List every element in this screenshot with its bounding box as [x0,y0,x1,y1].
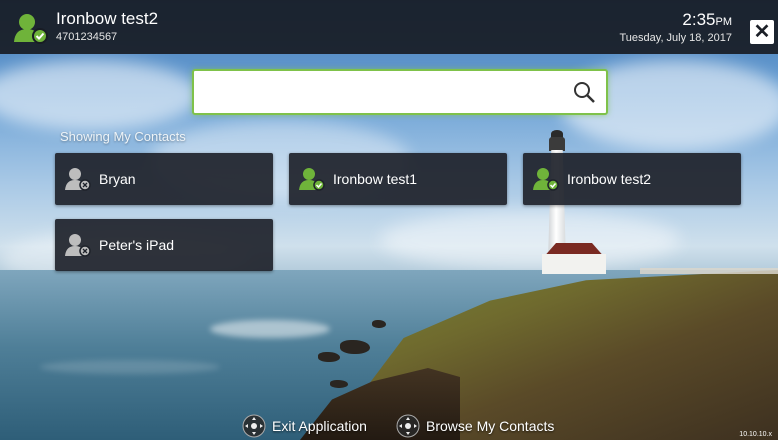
lighthouse-lamp [549,137,565,151]
lighthouse-house [542,254,606,274]
current-user-number: 4701234567 [56,31,118,43]
dpad-icon [242,414,266,438]
contact-online-icon [533,168,559,191]
background-rock [340,340,370,354]
contact-name: Ironbow test2 [567,171,652,187]
contact-tile-bryan[interactable]: Bryan [55,153,273,205]
top-bar: Ironbow test2 4701234567 2:35PM Tuesday,… [0,0,778,54]
contact-offline-icon [65,234,91,257]
contact-online-icon [299,168,325,191]
background-surf [40,360,220,374]
contact-tile-ironbow-test2[interactable]: Ironbow test2 [523,153,741,205]
search-box[interactable] [192,69,608,115]
background-cloud [380,210,680,270]
current-date: Tuesday, July 18, 2017 [619,32,732,44]
browse-contacts-label: Browse My Contacts [426,418,555,434]
background-rock [372,320,386,328]
contact-tile-peters-ipad[interactable]: Peter's iPad [55,219,273,271]
contact-online-icon [14,14,48,44]
exit-application-hint[interactable]: Exit Application [242,414,367,438]
background-surf [210,320,330,338]
dpad-icon [396,414,420,438]
exit-application-label: Exit Application [272,418,367,434]
contacts-section-label: Showing My Contacts [60,129,186,144]
clock-time: 2:35 [682,10,716,29]
background-rock [318,352,340,362]
ip-address: 10.10.10.x [739,431,772,438]
background-fence [640,268,778,274]
background-rock [330,380,348,388]
contact-name: Bryan [99,171,136,187]
contact-tile-ironbow-test1[interactable]: Ironbow test1 [289,153,507,205]
search-input[interactable] [202,77,566,107]
current-user-name: Ironbow test2 [56,9,159,28]
search-icon[interactable] [572,80,596,104]
contact-offline-icon [65,168,91,191]
background-cloud [0,60,200,130]
contact-name: Peter's iPad [99,237,175,253]
browse-contacts-hint[interactable]: Browse My Contacts [396,414,554,438]
video-app-screen: Ironbow test2 4701234567 2:35PM Tuesday,… [0,0,778,440]
contact-name: Ironbow test1 [333,171,418,187]
close-button[interactable]: ✕ [750,20,774,44]
clock-ampm: PM [715,16,733,28]
clock: 2:35PM [682,10,732,30]
